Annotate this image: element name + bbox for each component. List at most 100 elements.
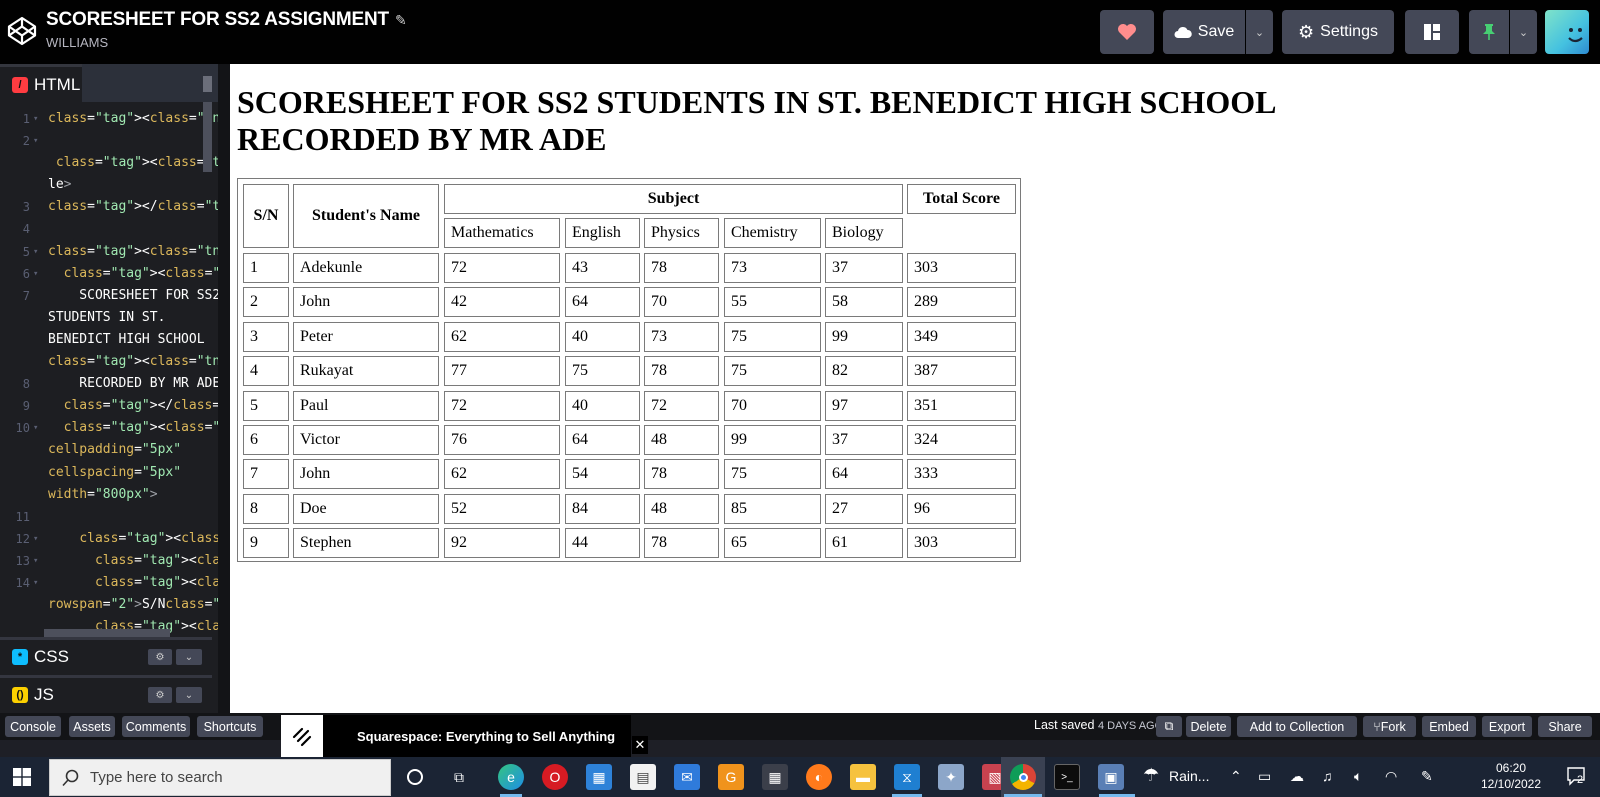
editor-vertical-scrollbar[interactable]: [203, 102, 212, 172]
edit-pencil-icon[interactable]: ✎: [395, 12, 407, 28]
fold-caret-icon[interactable]: ▾: [33, 417, 38, 439]
fold-caret-icon[interactable]: ▾: [33, 572, 38, 594]
css-editor-header[interactable]: * CSS ⚙ ⌄: [0, 637, 212, 673]
js-settings-gear-icon[interactable]: ⚙: [148, 687, 172, 703]
code-line[interactable]: 14▾ class="tag"><class="tn">th: [0, 572, 218, 594]
js-editor-header[interactable]: () JS ⚙ ⌄: [0, 675, 212, 711]
microphone-icon[interactable]: ♫: [1322, 768, 1333, 784]
code-line[interactable]: class="tag"><class="tn">br>: [0, 351, 218, 373]
remote-desktop-icon[interactable]: ▣: [1098, 764, 1124, 790]
avatar[interactable]: [1545, 10, 1589, 54]
code-line[interactable]: BENEDICT HIGH SCHOOL: [0, 329, 218, 351]
css-settings-gear-icon[interactable]: ⚙: [148, 649, 172, 665]
tab-html[interactable]: / HTML: [0, 64, 82, 102]
battery-icon[interactable]: ▭: [1258, 768, 1271, 785]
code-line[interactable]: class="tag"><class="tn">title>SCORESHEET…: [0, 152, 218, 174]
code-line[interactable]: 2 ▾: [0, 130, 218, 152]
code-text: class="tag"><class="tn">table border=1px: [63, 420, 218, 436]
table-cell: 75: [724, 356, 821, 386]
vscode-icon[interactable]: ⧖: [894, 764, 920, 790]
opera-browser-icon[interactable]: O: [542, 764, 568, 790]
codepen-logo-icon[interactable]: [6, 15, 38, 47]
code-line[interactable]: width="800px">: [0, 484, 218, 506]
table-cell: 37: [825, 253, 903, 283]
weather-label[interactable]: Rain...: [1169, 768, 1209, 784]
code-line[interactable]: 12▾ class="tag"><class="tn">thead>: [0, 528, 218, 550]
code-line[interactable]: cellspacing="5px": [0, 462, 218, 484]
fold-caret-icon[interactable]: ▾: [33, 241, 38, 263]
code-line[interactable]: 1▾ class="tag"><class="tn">head>: [0, 108, 218, 130]
comments-button[interactable]: Comments: [122, 716, 190, 737]
html-code-editor[interactable]: 1▾class="tag"><class="tn">head>2▾ class=…: [0, 108, 218, 646]
code-line[interactable]: cellpadding="5px": [0, 439, 218, 461]
add-to-collection-button[interactable]: Add to Collection: [1237, 716, 1357, 737]
code-text: class="tag"><class="tn">h1 id="heading">: [63, 265, 218, 281]
task-view-icon[interactable]: ⧉: [446, 764, 472, 790]
pdf-app-icon[interactable]: G: [718, 764, 744, 790]
fold-caret-icon[interactable]: ▾: [33, 263, 38, 285]
code-line[interactable]: 11: [0, 506, 218, 528]
code-line[interactable]: 9 class="tag"></class="tn">h1>: [0, 395, 218, 417]
terminal-icon[interactable]: >_: [1054, 764, 1080, 790]
editor-settings-icon[interactable]: [203, 76, 212, 92]
heart-button[interactable]: [1100, 10, 1154, 54]
pen-author[interactable]: WILLIAMS: [46, 35, 108, 50]
change-view-button[interactable]: [1405, 10, 1459, 54]
volume-icon[interactable]: 🔈︎: [1354, 768, 1362, 785]
onedrive-cloud-icon[interactable]: ☁: [1290, 768, 1304, 785]
share-button[interactable]: Share: [1538, 716, 1592, 737]
wifi-icon[interactable]: ◠: [1385, 768, 1397, 785]
code-line[interactable]: 13▾ class="tag"><class="tn">tr class="in…: [0, 550, 218, 572]
taskbar-search-box[interactable]: Type here to search: [49, 759, 391, 796]
save-button[interactable]: Save: [1163, 10, 1245, 54]
code-line[interactable]: 3 class="tag"></class="tn">head>: [0, 196, 218, 218]
chrome-icon[interactable]: [1010, 764, 1036, 790]
shortcuts-button[interactable]: Shortcuts: [197, 716, 263, 737]
css-chevron-down-icon[interactable]: ⌄: [176, 649, 202, 665]
mail-app-icon[interactable]: ✦: [938, 764, 964, 790]
code-line[interactable]: le>: [0, 174, 218, 196]
console-button[interactable]: Console: [5, 716, 61, 737]
windows-start-icon[interactable]: [13, 768, 31, 786]
weather-rain-icon[interactable]: ☂: [1143, 765, 1159, 786]
fold-caret-icon[interactable]: ▾: [33, 130, 38, 152]
fold-caret-icon[interactable]: ▾: [33, 528, 38, 550]
pen-title[interactable]: SCORESHEET FOR SS2 ASSIGNMENT ✎: [46, 9, 407, 31]
file-explorer-icon[interactable]: ▬: [850, 764, 876, 790]
open-new-window-button[interactable]: ⧉: [1156, 716, 1182, 737]
pen-icon[interactable]: ✎: [1421, 768, 1433, 785]
delete-button[interactable]: Delete: [1186, 716, 1231, 737]
mail-icon[interactable]: ✉: [674, 764, 700, 790]
code-line[interactable]: 8 RECORDED BY MR ADE: [0, 373, 218, 395]
notepad-icon[interactable]: ▤: [630, 764, 656, 790]
calculator-icon[interactable]: ▦: [762, 764, 788, 790]
ad-banner[interactable]: Squarespace: Everything to Sell Anything: [281, 715, 631, 757]
embed-button[interactable]: Embed: [1422, 716, 1476, 737]
chevron-up-icon[interactable]: ⌃: [1230, 768, 1242, 785]
firefox-icon[interactable]: ◐: [806, 764, 832, 790]
fold-caret-icon[interactable]: ▾: [33, 108, 38, 130]
assets-button[interactable]: Assets: [69, 716, 115, 737]
ad-close-icon[interactable]: ✕: [632, 736, 648, 754]
cortana-icon[interactable]: [402, 764, 428, 790]
code-line[interactable]: 6▾ class="tag"><class="tn">h1 id="headin…: [0, 263, 218, 285]
edge-browser-icon[interactable]: e: [498, 764, 524, 790]
code-line[interactable]: STUDENTS IN ST.: [0, 307, 218, 329]
notification-center-icon[interactable]: 2: [1566, 766, 1588, 788]
export-button[interactable]: Export: [1482, 716, 1532, 737]
code-line[interactable]: 7 SCORESHEET FOR SS2: [0, 285, 218, 307]
microsoft-store-icon[interactable]: ▦: [586, 764, 612, 790]
code-line[interactable]: rowspan="2">S/Nclass="tag"></class="tn">…: [0, 594, 218, 616]
system-clock[interactable]: 06:20 12/10/2022: [1479, 760, 1543, 792]
pin-options-button[interactable]: ⌄: [1510, 10, 1537, 54]
pane-resize-handle[interactable]: [218, 64, 230, 728]
pin-button[interactable]: [1469, 10, 1509, 54]
save-options-button[interactable]: ⌄: [1246, 10, 1273, 54]
code-line[interactable]: 4: [0, 218, 218, 240]
js-chevron-down-icon[interactable]: ⌄: [176, 687, 202, 703]
code-line[interactable]: 10▾ class="tag"><class="tn">table border…: [0, 417, 218, 439]
code-line[interactable]: 5▾ class="tag"><class="tn">body>: [0, 241, 218, 263]
fork-button[interactable]: ⑂ Fork: [1363, 716, 1416, 737]
fold-caret-icon[interactable]: ▾: [33, 550, 38, 572]
settings-button[interactable]: ⚙ Settings: [1282, 10, 1394, 54]
